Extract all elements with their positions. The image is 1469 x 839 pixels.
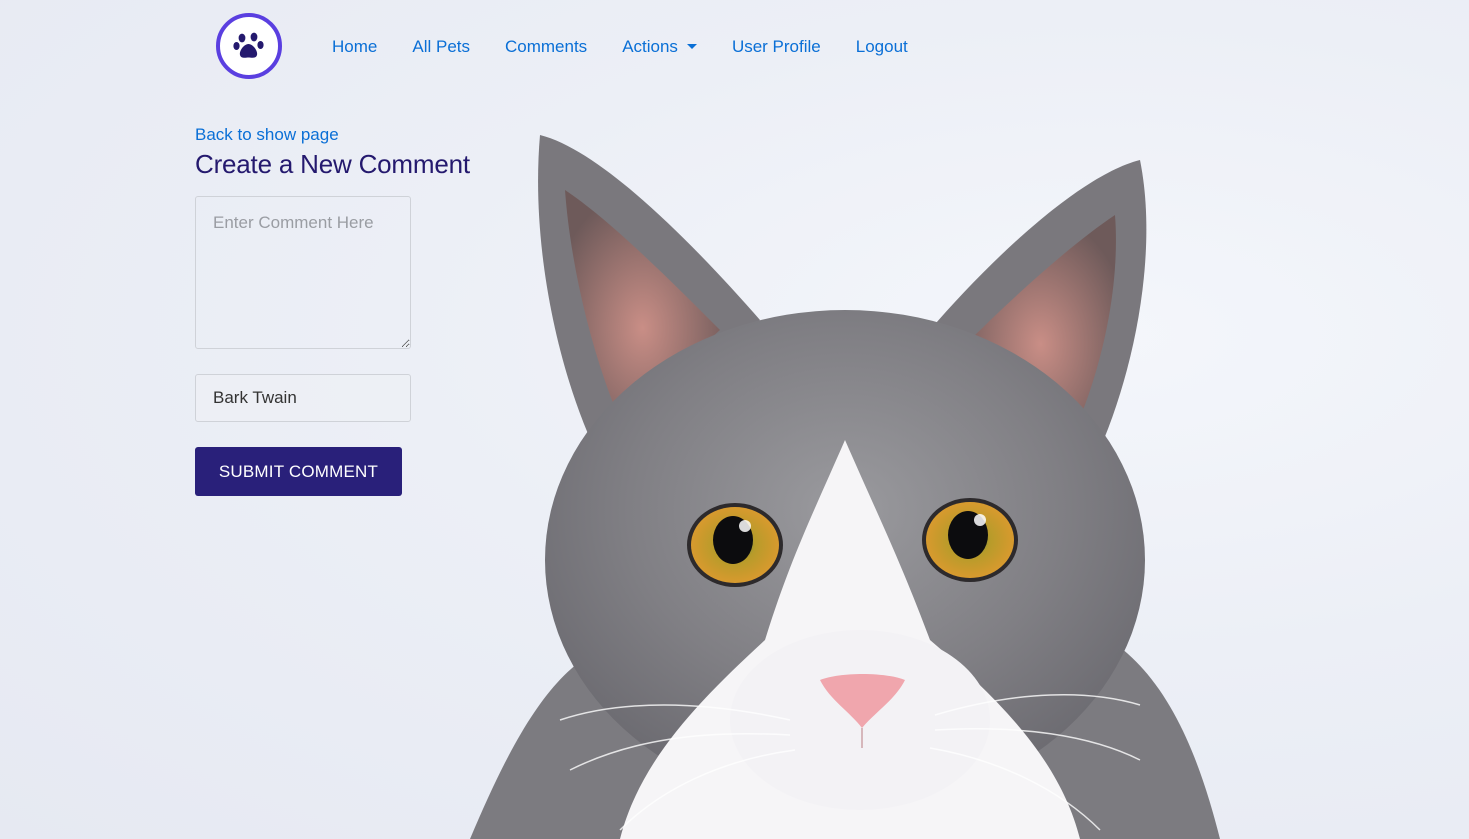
- paw-icon: [233, 32, 264, 58]
- nav-actions-label: Actions: [622, 37, 678, 56]
- nav-logout[interactable]: Logout: [856, 37, 908, 57]
- nav-actions-dropdown[interactable]: Actions: [622, 37, 697, 57]
- submit-comment-button[interactable]: SUBMIT COMMENT: [195, 447, 402, 496]
- author-name-field[interactable]: Bark Twain: [195, 374, 411, 422]
- new-comment-form-section: Back to show page Create a New Comment B…: [195, 124, 515, 496]
- nav-home[interactable]: Home: [332, 37, 377, 57]
- comment-textarea[interactable]: [195, 196, 411, 349]
- nav-user-profile[interactable]: User Profile: [732, 37, 821, 57]
- nav-links: Home All Pets Comments Actions User Prof…: [332, 37, 943, 57]
- caret-down-icon: [686, 43, 697, 49]
- new-comment-form: Bark Twain SUBMIT COMMENT: [195, 196, 515, 496]
- home-logo[interactable]: [216, 13, 282, 79]
- page-title: Create a New Comment: [195, 149, 470, 179]
- nav-comments[interactable]: Comments: [505, 37, 587, 57]
- nav-all-pets[interactable]: All Pets: [412, 37, 470, 57]
- top-navbar: Home All Pets Comments Actions User Prof…: [0, 0, 1469, 100]
- back-to-show-link[interactable]: Back to show page: [195, 124, 515, 146]
